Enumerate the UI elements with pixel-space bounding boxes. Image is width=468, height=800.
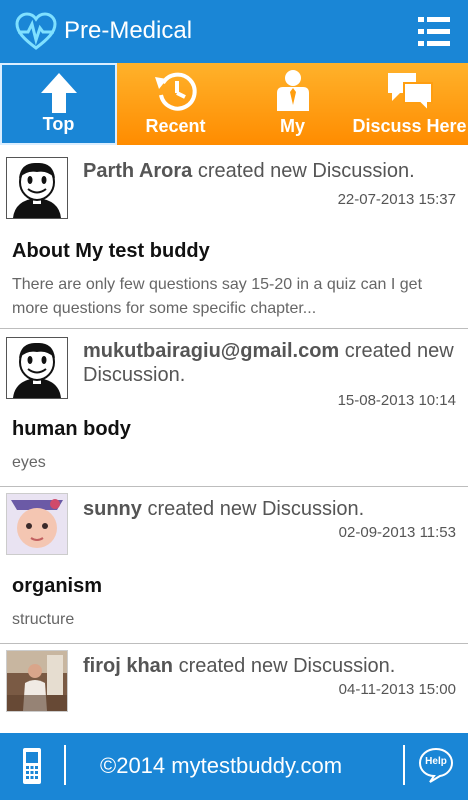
history-icon — [154, 72, 197, 111]
discussion-action: created new Discussion. — [178, 655, 396, 677]
tab-my-label: My — [279, 116, 305, 136]
discussion-user: Parth Arora — [83, 160, 193, 182]
chat-bubbles-icon — [387, 73, 433, 113]
discussion-body: eyes — [12, 454, 46, 471]
discussion-meta: Parth Arora created new Discussion. — [83, 159, 456, 183]
photo-avatar — [7, 651, 67, 711]
help-label: Help — [425, 756, 447, 767]
discussion-action: created new Discussion. — [147, 498, 365, 520]
user-icon — [276, 70, 309, 111]
discussion-time: 02-09-2013 11:53 — [338, 524, 456, 541]
avatar — [6, 650, 68, 712]
tab-discuss-here-label: Discuss Here — [352, 116, 467, 136]
cartoon-avatar-icon — [13, 162, 61, 218]
menu-list-icon[interactable] — [418, 17, 450, 47]
footer-divider — [64, 745, 66, 785]
discussion-list: Parth Arora created new Discussion. 22-0… — [0, 145, 468, 733]
tab-discuss-here[interactable]: Discuss Here — [351, 63, 468, 145]
discussion-time: 04-11-2013 15:00 — [338, 681, 456, 698]
tab-recent[interactable]: Recent — [117, 63, 234, 145]
mobile-phone-icon[interactable] — [22, 747, 42, 785]
tab-my[interactable]: My — [234, 63, 351, 145]
heart-pulse-logo-icon — [15, 12, 57, 50]
discussion-time: 15-08-2013 10:14 — [337, 392, 456, 409]
tab-top[interactable]: Top — [0, 63, 117, 145]
avatar — [6, 337, 68, 399]
discussion-meta: firoj khan created new Discussion. — [83, 654, 456, 678]
discussion-item[interactable]: mukutbairagiu@gmail.com created new Disc… — [0, 329, 468, 487]
discussion-title: About My test buddy — [12, 240, 210, 262]
arrow-up-icon — [40, 73, 77, 113]
avatar — [6, 157, 68, 219]
discussion-item[interactable]: Parth Arora created new Discussion. 22-0… — [0, 145, 468, 329]
footer-divider — [403, 745, 405, 785]
baby-photo-avatar — [7, 494, 67, 554]
tab-recent-label: Recent — [145, 116, 206, 136]
tab-bar: Top Recent My Discuss Here — [0, 63, 468, 145]
discussion-meta: mukutbairagiu@gmail.com created new Disc… — [83, 339, 456, 387]
tab-top-label: Top — [42, 114, 75, 134]
discussion-item[interactable]: firoj khan created new Discussion. 04-11… — [0, 644, 468, 733]
discussion-meta: sunny created new Discussion. — [83, 497, 456, 521]
discussion-body: structure — [12, 611, 75, 628]
app-title: Pre-Medical — [64, 17, 193, 44]
discussion-item[interactable]: sunny created new Discussion. 02-09-2013… — [0, 487, 468, 644]
help-button[interactable]: Help — [418, 747, 454, 783]
copyright-text: ©2014 mytestbuddy.com — [100, 753, 343, 778]
avatar — [6, 493, 68, 555]
discussion-title: human body — [12, 418, 131, 440]
discussion-action: created new Discussion. — [197, 160, 415, 182]
discussion-user: firoj khan — [83, 655, 174, 677]
discussion-user: mukutbairagiu@gmail.com — [83, 340, 340, 362]
footer-bar: ©2014 mytestbuddy.com Help — [0, 733, 468, 800]
discussion-title: organism — [12, 575, 103, 597]
cartoon-avatar-icon — [13, 342, 61, 398]
app-header: Pre-Medical — [0, 0, 468, 63]
discussion-body: There are only few questions say 15-20 i… — [12, 276, 423, 317]
discussion-user: sunny — [83, 498, 142, 520]
discussion-time: 22-07-2013 15:37 — [337, 191, 456, 208]
